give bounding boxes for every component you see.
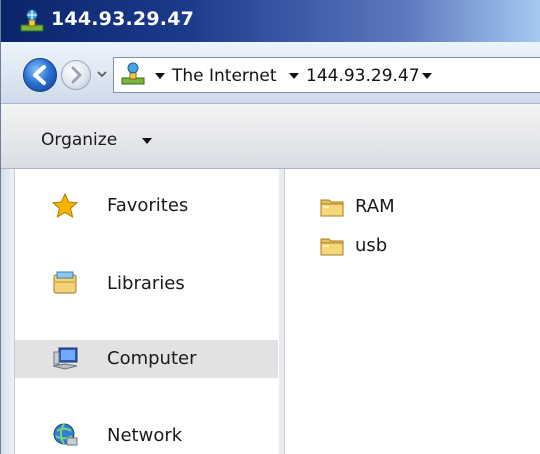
- folder-icon: [320, 238, 344, 256]
- folder-icon: [320, 199, 344, 217]
- nav-label-network: Network: [107, 425, 183, 446]
- recent-pages-dropdown[interactable]: [95, 64, 109, 84]
- crumb-host[interactable]: 144.93.29.47: [306, 66, 420, 86]
- nav-item-computer[interactable]: Computer: [15, 340, 278, 378]
- title-bar[interactable]: 144.93.29.47: [1, 0, 540, 42]
- folder-label: usb: [355, 235, 388, 256]
- explorer-window: 144.93.29.47 The Internet 144.93.29.47 O…: [0, 0, 540, 454]
- nav-label-libraries: Libraries: [107, 273, 185, 294]
- nav-item-favorites[interactable]: Favorites: [15, 187, 278, 225]
- libraries-icon: [53, 271, 77, 294]
- nav-item-libraries[interactable]: Libraries: [15, 263, 278, 301]
- window-title: 144.93.29.47: [51, 8, 195, 30]
- crumb-the-internet[interactable]: The Internet: [172, 66, 277, 86]
- nav-label-favorites: Favorites: [107, 195, 189, 216]
- window-edge: [1, 169, 15, 454]
- folder-label: RAM: [355, 196, 395, 217]
- crumb-arrow-icon[interactable]: [155, 73, 165, 79]
- nav-label-computer: Computer: [107, 348, 197, 369]
- organize-button[interactable]: Organize: [41, 130, 117, 150]
- crumb-arrow-icon[interactable]: [289, 73, 299, 79]
- star-icon: [51, 192, 79, 219]
- back-button[interactable]: [23, 58, 57, 92]
- computer-icon: [52, 347, 78, 370]
- nav-item-network[interactable]: Network: [15, 416, 278, 454]
- forward-button[interactable]: [61, 60, 91, 90]
- crumb-arrow-icon[interactable]: [422, 73, 432, 79]
- network-icon: [53, 423, 78, 446]
- address-bar[interactable]: The Internet 144.93.29.47: [113, 57, 540, 93]
- chevron-down-icon[interactable]: [142, 138, 152, 144]
- network-location-icon: [121, 62, 145, 85]
- network-globe-icon: [20, 9, 44, 32]
- back-arrow-icon: [33, 65, 46, 85]
- forward-arrow-icon: [71, 66, 82, 84]
